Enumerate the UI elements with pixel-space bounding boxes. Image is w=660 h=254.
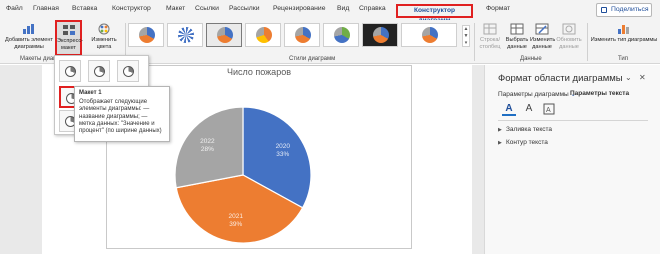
- tab-home[interactable]: Главная: [33, 5, 59, 12]
- chart-style-2[interactable]: [167, 23, 203, 47]
- tab-format[interactable]: Формат: [486, 5, 510, 12]
- data-label-category: 2021: [228, 212, 243, 220]
- tab-references[interactable]: Ссылки: [195, 5, 219, 12]
- tab-chart-design[interactable]: Конструктор диаграмм: [396, 4, 473, 24]
- format-chart-area-pane: Формат области диаграммы ⌄ ✕ Параметры д…: [484, 65, 660, 254]
- pie-preview-icon: [217, 27, 233, 43]
- group-label-styles: Стили диаграмм: [289, 56, 336, 62]
- layout-tooltip: Макет 1 Отображает следующие элементы ди…: [74, 86, 170, 142]
- pane-divider: [498, 120, 648, 121]
- edit-data-label: Изменить данные: [530, 37, 556, 50]
- pie-preview-icon: [256, 27, 272, 43]
- pie-preview-icon: [178, 27, 194, 43]
- pie-layout-icon: [65, 66, 76, 77]
- select-data-label: Выбрать данные: [505, 37, 529, 50]
- pie-preview-icon: [334, 27, 350, 43]
- text-outline-row[interactable]: ▶ Контур текста: [498, 139, 548, 146]
- tab-layout[interactable]: Макет: [166, 5, 185, 12]
- refresh-data-label: Обновить данные: [556, 37, 582, 50]
- share-icon: [601, 7, 607, 13]
- data-label-category: 2020: [275, 143, 291, 151]
- chevron-down-icon[interactable]: ⌄: [625, 73, 632, 82]
- close-icon[interactable]: ✕: [639, 73, 646, 82]
- change-chart-type-button[interactable]: Изменить тип диаграммы: [590, 23, 658, 44]
- share-label: Поделиться: [611, 6, 649, 13]
- switch-row-column-button[interactable]: Строка/столбец: [476, 23, 504, 51]
- layout-option-1[interactable]: [59, 60, 81, 82]
- share-button[interactable]: Поделиться: [596, 3, 652, 17]
- group-label-data: Данные: [520, 56, 542, 62]
- tab-mailings[interactable]: Рассылки: [229, 5, 260, 12]
- add-chart-element-label: Добавить элемент диаграммы: [5, 37, 53, 50]
- text-fill-row[interactable]: ▶ Заливка текста: [498, 126, 552, 133]
- tooltip-body: Отображает следующие элементы диаграммы:…: [79, 99, 162, 135]
- chart-style-3[interactable]: [206, 23, 242, 47]
- tab-chart-options-label: Параметры диаграммы: [498, 91, 569, 98]
- data-label-2020[interactable]: 2020 33%: [268, 143, 298, 159]
- quick-layout-icon: [62, 24, 76, 36]
- expand-icon: ▶: [498, 127, 502, 133]
- tab-chart-options[interactable]: Параметры диаграммы ⌄: [498, 90, 576, 98]
- pie-layout-icon: [94, 66, 105, 77]
- pie-preview-icon: [422, 27, 438, 43]
- chart-style-7[interactable]: [362, 23, 398, 47]
- text-fill-icon[interactable]: A: [502, 102, 516, 116]
- pie-preview-icon: [373, 27, 389, 43]
- data-label-value: 39%: [229, 220, 243, 228]
- select-data-icon: [510, 23, 524, 35]
- pane-icon-tabs: A A A: [498, 102, 648, 118]
- data-label-value: 33%: [276, 151, 290, 159]
- quick-layout-button[interactable]: Экспресс-макет: [55, 20, 84, 56]
- palette-icon: [97, 23, 111, 35]
- refresh-data-button[interactable]: Обновить данные: [556, 23, 582, 51]
- textbox-icon[interactable]: A: [542, 102, 556, 116]
- tab-constructor[interactable]: Конструктор: [112, 5, 151, 12]
- text-effects-icon[interactable]: A: [522, 102, 536, 116]
- data-label-category: 2022: [200, 137, 215, 145]
- change-colors-button[interactable]: Изменить цвета: [88, 23, 120, 51]
- layout-option-2[interactable]: [88, 60, 110, 82]
- layout-option-3[interactable]: [117, 60, 139, 82]
- expand-icon: ▶: [498, 140, 502, 146]
- tab-view[interactable]: Вид: [337, 5, 349, 12]
- ribbon-separator: [474, 23, 475, 61]
- chart-style-8[interactable]: [401, 23, 457, 47]
- chart-style-1[interactable]: [128, 23, 164, 47]
- select-data-button[interactable]: Выбрать данные: [505, 23, 529, 51]
- tab-text-options[interactable]: Параметры текста: [570, 90, 629, 97]
- pie-layout-icon: [123, 66, 134, 77]
- tab-help[interactable]: Справка: [359, 5, 386, 12]
- gallery-scroll[interactable]: ▲ ▼ ▾: [462, 25, 470, 47]
- change-chart-type-label: Изменить тип диаграммы: [590, 37, 658, 43]
- chart-style-6[interactable]: [323, 23, 359, 47]
- add-chart-element-button[interactable]: Добавить элемент диаграммы: [3, 23, 55, 51]
- text-fill-label: Заливка текста: [506, 126, 553, 133]
- chart-style-5[interactable]: [284, 23, 320, 47]
- chart-type-icon: [617, 23, 631, 35]
- refresh-data-icon: [562, 23, 576, 35]
- pie-preview-icon: [139, 27, 155, 43]
- data-label-2021[interactable]: 2021 39%: [221, 213, 251, 229]
- tab-review[interactable]: Рецензирование: [273, 5, 325, 12]
- text-outline-label: Контур текста: [506, 139, 548, 146]
- ribbon-separator: [587, 23, 588, 61]
- ribbon-tab-bar: Файл Главная Вставка Конструктор Макет С…: [0, 0, 660, 24]
- quick-layout-label: Экспресс-макет: [57, 38, 84, 51]
- group-label-type: Тип: [618, 56, 629, 62]
- chart-element-icon: [22, 23, 36, 35]
- tab-insert[interactable]: Вставка: [72, 5, 97, 12]
- change-colors-label: Изменить цвета: [91, 37, 117, 50]
- tab-file[interactable]: Файл: [6, 5, 23, 12]
- edit-data-button[interactable]: Изменить данные: [530, 23, 556, 51]
- switch-row-column-label: Строка/столбец: [479, 37, 501, 50]
- chart-style-4[interactable]: [245, 23, 281, 47]
- tooltip-title: Макет 1: [79, 90, 102, 96]
- data-label-2022[interactable]: 2022 28%: [192, 138, 222, 154]
- svg-text:A: A: [546, 107, 551, 114]
- pie-preview-icon: [295, 27, 311, 43]
- pane-title: Формат области диаграммы: [498, 73, 623, 84]
- data-label-value: 28%: [200, 145, 214, 153]
- switch-row-column-icon: [483, 23, 497, 35]
- edit-data-icon: [535, 23, 549, 35]
